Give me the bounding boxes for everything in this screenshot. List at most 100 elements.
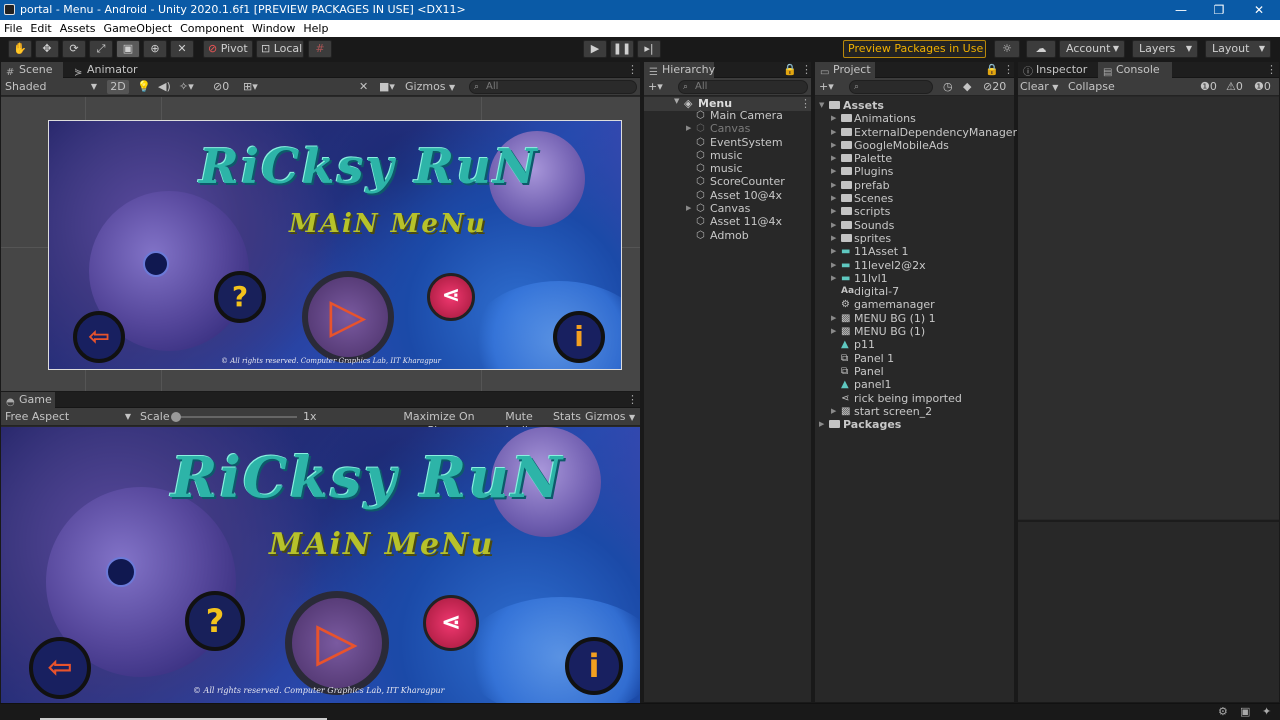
hierarchy-item[interactable]: ▶ ⬡ Canvas: [644, 122, 811, 135]
label-filter-icon[interactable]: ◆: [963, 80, 977, 94]
project-item[interactable]: ▶ Scenes: [815, 192, 1014, 205]
move-tool-button[interactable]: ✥: [35, 40, 59, 58]
transform-tool-button[interactable]: ⊕: [143, 40, 167, 58]
fold-closed-icon[interactable]: ▶: [831, 245, 836, 258]
play-button[interactable]: ▶: [583, 40, 607, 58]
fold-closed-icon[interactable]: ▶: [831, 219, 836, 232]
grid-snap-button[interactable]: #: [308, 40, 332, 58]
share-icon[interactable]: ⋖: [423, 595, 479, 651]
project-item[interactable]: ▶ prefab: [815, 179, 1014, 192]
kebab-menu-icon[interactable]: ⋮: [627, 62, 638, 78]
lighting-icon[interactable]: 💡: [137, 80, 151, 94]
menu-assets[interactable]: Assets: [56, 20, 100, 37]
tab-game[interactable]: ◓ Game: [1, 392, 55, 408]
layers-dropdown[interactable]: Layers ▼: [1132, 40, 1198, 58]
play-icon[interactable]: ▷: [285, 591, 389, 695]
pivot-toggle[interactable]: ⊘ Pivot: [203, 40, 253, 58]
cloud-button[interactable]: ☁: [1026, 40, 1056, 58]
rect-tool-button[interactable]: ▣: [116, 40, 140, 58]
kebab-menu-icon[interactable]: ⋮: [801, 62, 812, 78]
project-item[interactable]: ▶ Palette: [815, 152, 1014, 165]
hierarchy-search-input[interactable]: ⌕ All: [678, 80, 808, 94]
close-button[interactable]: ✕: [1239, 0, 1279, 20]
project-item[interactable]: ▶ ExternalDependencyManager: [815, 126, 1017, 139]
project-item[interactable]: ▶ scripts: [815, 205, 1014, 218]
fold-closed-icon[interactable]: ▶: [831, 152, 836, 165]
fold-closed-icon[interactable]: ▶: [831, 179, 836, 192]
tools-icon[interactable]: ✕: [359, 80, 373, 94]
project-item[interactable]: ▶ ▩ MENU BG (1): [815, 325, 1014, 338]
menu-component[interactable]: Component: [176, 20, 248, 37]
fold-closed-icon[interactable]: ▶: [831, 405, 836, 418]
hierarchy-item[interactable]: ⬡ Asset 10@4x: [644, 189, 811, 202]
grid-toggle[interactable]: ⊞▾: [243, 80, 273, 94]
tab-hierarchy[interactable]: ☰ Hierarchy: [644, 62, 715, 78]
menu-window[interactable]: Window: [248, 20, 299, 37]
fold-closed-icon[interactable]: ▶: [831, 232, 836, 245]
fold-closed-icon[interactable]: ▶: [831, 165, 836, 178]
project-item[interactable]: ▶ ▩ start screen_2: [815, 405, 1014, 418]
project-item[interactable]: ▶ ▬ 11lvl1: [815, 272, 1014, 285]
preview-packages-dropdown[interactable]: Preview Packages in Use ▾: [843, 40, 986, 71]
exit-icon[interactable]: ⇦: [29, 637, 91, 699]
fold-closed-icon[interactable]: ▶: [831, 312, 836, 325]
create-dropdown[interactable]: +▾: [648, 80, 672, 94]
2d-toggle[interactable]: 2D: [107, 80, 129, 94]
hierarchy-item[interactable]: ⬡ Asset 11@4x: [644, 215, 811, 228]
stats-toggle[interactable]: Stats: [552, 410, 582, 424]
hierarchy-item[interactable]: ⬡ music: [644, 149, 811, 162]
step-button[interactable]: ▸|: [637, 40, 661, 58]
info-filter-toggle[interactable]: ❶0: [1200, 80, 1222, 94]
fold-closed-icon[interactable]: ▶: [831, 272, 836, 285]
lock-icon[interactable]: 🔒: [783, 62, 797, 78]
type-filter-icon[interactable]: ◷: [943, 80, 957, 94]
tab-console[interactable]: ▤ Console: [1098, 62, 1172, 78]
project-item[interactable]: ▶ ▬ 11level2@2x: [815, 259, 1014, 272]
help-button[interactable]: ?: [185, 591, 245, 651]
error-filter-toggle[interactable]: ❶0: [1254, 80, 1276, 94]
kebab-menu-icon[interactable]: ⋮: [1266, 62, 1277, 78]
layout-dropdown[interactable]: Layout ▼: [1205, 40, 1271, 58]
menu-file[interactable]: File: [0, 20, 26, 37]
warning-filter-toggle[interactable]: ⚠0: [1226, 80, 1248, 94]
fold-closed-icon[interactable]: ▶: [831, 126, 836, 139]
hierarchy-item[interactable]: ⬡ music: [644, 162, 811, 175]
debug-icon[interactable]: ✦: [1262, 705, 1271, 718]
project-item[interactable]: ⧉ Panel: [815, 365, 1014, 378]
account-dropdown[interactable]: Account ▼: [1059, 40, 1125, 58]
hierarchy-item[interactable]: ⬡ EventSystem: [644, 136, 811, 149]
project-item[interactable]: ▶ ▬ 11Asset 1: [815, 245, 1014, 258]
hierarchy-item[interactable]: ▶ ⬡ Canvas: [644, 202, 811, 215]
hierarchy-item[interactable]: ⬡ ScoreCounter: [644, 175, 811, 188]
hierarchy-item[interactable]: ⬡ Main Camera: [644, 109, 811, 122]
project-item[interactable]: ▶ sprites: [815, 232, 1014, 245]
rotate-tool-button[interactable]: ⟳: [62, 40, 86, 58]
project-item[interactable]: ▶ GoogleMobileAds: [815, 139, 1014, 152]
maximize-on-play-toggle[interactable]: Maximize On Play: [393, 410, 485, 437]
lock-icon[interactable]: 🔒: [985, 62, 999, 78]
hand-tool-button[interactable]: ✋: [8, 40, 32, 58]
maximize-button[interactable]: ❐: [1199, 0, 1239, 20]
network-icon[interactable]: ⚙: [1218, 705, 1228, 718]
hidden-packages-toggle[interactable]: ⊘20: [983, 80, 1013, 94]
project-item[interactable]: Aa digital-7: [815, 285, 1014, 298]
fold-closed-icon[interactable]: ▶: [831, 139, 836, 152]
project-item[interactable]: ⚙ gamemanager: [815, 298, 1014, 311]
project-item[interactable]: ▲ panel1: [815, 378, 1014, 391]
cache-icon[interactable]: ▣: [1240, 705, 1250, 718]
game-view[interactable]: RiCksy RuN MAiN MeNu ? ▷ ⋖ ⇦ i © All rig…: [1, 427, 640, 703]
packages-root[interactable]: ▶ Packages: [815, 418, 1014, 431]
game-gizmos-dropdown[interactable]: Gizmos ▼: [585, 410, 639, 424]
scene-viewport[interactable]: RiCksy RuN MAiN MeNu ? ▷ ⋖ ⇦ i © All rig…: [1, 97, 640, 391]
menu-help[interactable]: Help: [299, 20, 332, 37]
console-log-area[interactable]: [1018, 97, 1279, 519]
fold-closed-icon[interactable]: ▶: [686, 202, 691, 215]
project-item[interactable]: ▶ Sounds: [815, 219, 1014, 232]
scale-slider-handle[interactable]: [171, 412, 181, 422]
pause-button[interactable]: ❚❚: [610, 40, 634, 58]
scale-slider[interactable]: [177, 416, 297, 418]
fold-closed-icon[interactable]: ▶: [831, 259, 836, 272]
project-item[interactable]: ▶ Animations: [815, 112, 1014, 125]
camera-icon[interactable]: ■▾: [379, 80, 403, 94]
scale-tool-button[interactable]: ⤢: [89, 40, 113, 58]
